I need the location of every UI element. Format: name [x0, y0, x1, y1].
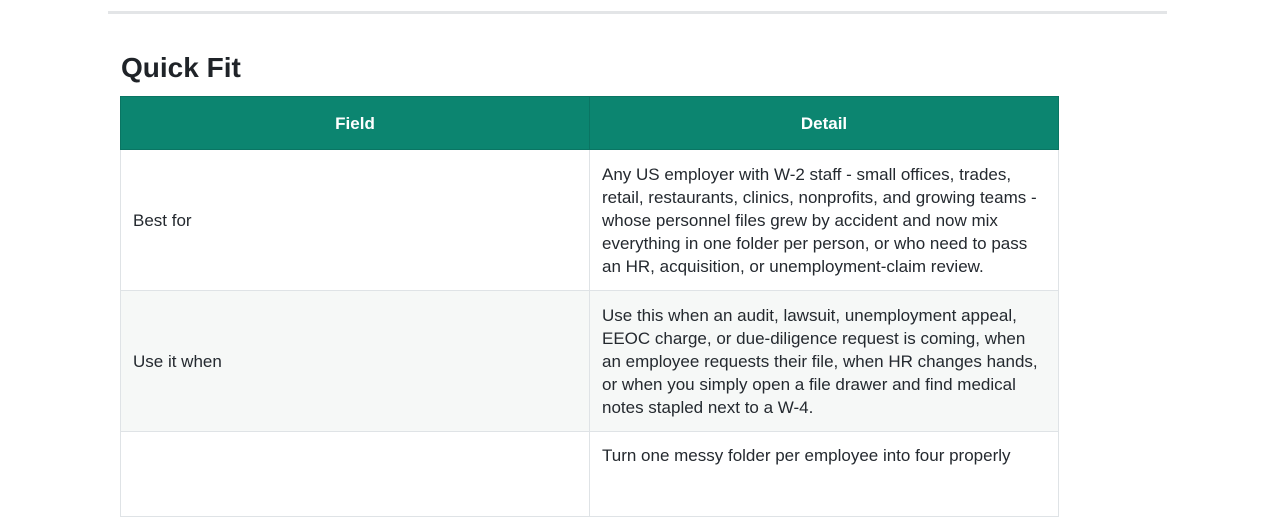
quick-fit-table: Field Detail Best for Any US employer wi… — [120, 96, 1059, 517]
field-cell — [120, 431, 590, 517]
column-header-detail: Detail — [589, 96, 1059, 150]
section-title: Quick Fit — [121, 52, 241, 83]
field-cell: Best for — [120, 149, 590, 291]
table-row: Best for Any US employer with W-2 staff … — [120, 149, 1059, 291]
table-row: Use it when Use this when an audit, laws… — [120, 290, 1059, 432]
table-header-row: Field Detail — [120, 96, 1059, 150]
column-header-field: Field — [120, 96, 590, 150]
table-row: Turn one messy folder per employee into … — [120, 431, 1059, 517]
detail-cell: Turn one messy folder per employee into … — [589, 431, 1059, 517]
detail-cell: Any US employer with W-2 staff - small o… — [589, 149, 1059, 291]
field-cell: Use it when — [120, 290, 590, 432]
detail-cell: Use this when an audit, lawsuit, unemplo… — [589, 290, 1059, 432]
top-divider — [108, 11, 1167, 14]
